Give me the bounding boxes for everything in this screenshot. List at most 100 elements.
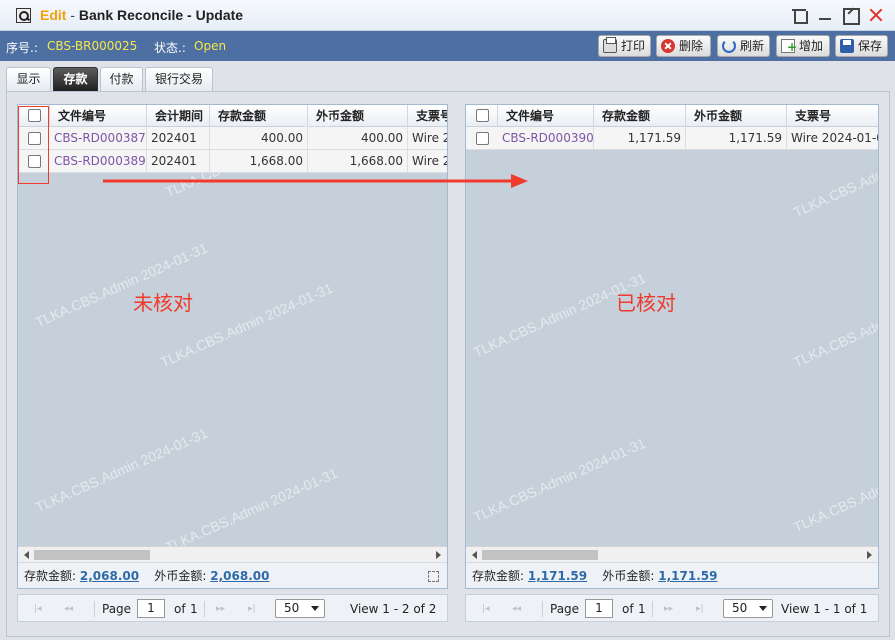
prev-page-icon[interactable]: ◂◂	[64, 604, 74, 614]
scroll-left-icon[interactable]	[472, 551, 477, 559]
fx-total-label: 外币金额:	[154, 569, 207, 583]
scrollbar-thumb[interactable]	[482, 550, 598, 560]
left-pager: |◂ ◂◂ Page 1 of 1 ▸▸ ▸| 50 View 1 - 2 of…	[17, 594, 448, 622]
prev-page-icon[interactable]: ◂◂	[512, 604, 522, 614]
total-pages: 1	[190, 602, 198, 616]
scroll-right-icon[interactable]	[867, 551, 872, 559]
column-header-doc-no[interactable]: 文件编号	[498, 105, 594, 127]
print-button[interactable]: 打印	[598, 35, 651, 57]
print-button-label: 打印	[621, 39, 646, 53]
delete-button[interactable]: 删除	[656, 35, 711, 57]
status-label: 状态.:	[154, 41, 186, 55]
grid-header: 文件编号 会计期间 存款金额 外币金额 支票号	[18, 105, 447, 127]
cheque-no-cell: Wire 2024-01-08	[787, 127, 878, 149]
first-page-icon[interactable]: |◂	[482, 604, 492, 614]
scrollbar-thumb[interactable]	[34, 550, 150, 560]
column-header-cheque-no[interactable]: 支票号	[787, 105, 878, 127]
deposit-total-label: 存款金额:	[24, 569, 77, 583]
deposit-amount-cell: 400.00	[210, 127, 308, 149]
horizontal-scrollbar[interactable]	[466, 546, 878, 562]
doc-no-link[interactable]: CBS-RD000389	[50, 150, 147, 172]
page-size-select[interactable]: 50	[275, 599, 325, 618]
pager-separator	[94, 601, 95, 617]
watermark: TLKA.CBS.Admin 2024-01-31	[32, 424, 210, 516]
of-label: of	[174, 602, 186, 616]
select-all-checkbox[interactable]	[476, 109, 489, 122]
horizontal-scrollbar[interactable]	[18, 546, 447, 562]
next-page-icon[interactable]: ▸▸	[216, 604, 226, 614]
fx-total-value[interactable]: 1,171.59	[658, 569, 717, 583]
annotation-arrow	[103, 174, 528, 188]
fx-total-value[interactable]: 2,068.00	[210, 569, 269, 583]
watermark: TLKA.CBS.Admin 2024-01-31	[790, 445, 879, 536]
tab-deposit[interactable]: 存款	[53, 67, 98, 91]
scroll-left-icon[interactable]	[24, 551, 29, 559]
pager-separator	[542, 601, 543, 617]
page-size-select[interactable]: 50	[723, 599, 773, 618]
trash-icon[interactable]	[790, 6, 808, 24]
close-icon[interactable]	[867, 6, 885, 24]
last-page-icon[interactable]: ▸|	[696, 604, 706, 614]
tab-display[interactable]: 显示	[6, 67, 51, 91]
tab-bank-transactions[interactable]: 银行交易	[145, 67, 213, 91]
delete-icon	[661, 39, 675, 53]
deposit-amount-cell: 1,171.59	[594, 127, 686, 149]
watermark: TLKA.CBS.Admin 2024-01-31	[790, 280, 879, 371]
view-range-text: View 1 - 1 of 1	[781, 602, 868, 616]
view-range-text: View 1 - 2 of 2	[350, 602, 437, 616]
column-header-period[interactable]: 会计期间	[147, 105, 210, 127]
deposit-total-value[interactable]: 2,068.00	[80, 569, 139, 583]
add-button[interactable]: 增加	[776, 35, 830, 57]
period-cell: 202401	[147, 150, 210, 172]
minimize-icon[interactable]	[816, 6, 834, 24]
watermark: TLKA.CBS.Admin 2024-01-31	[162, 464, 340, 556]
save-button[interactable]: 保存	[835, 35, 888, 57]
window-titlebar: Edit - Bank Reconcile - Update	[0, 0, 895, 31]
table-row[interactable]: CBS-RD000390 1,171.59 1,171.59 Wire 2024…	[466, 127, 878, 150]
deposit-amount-cell: 1,668.00	[210, 150, 308, 172]
last-page-icon[interactable]: ▸|	[248, 604, 258, 614]
tab-payment[interactable]: 付款	[100, 67, 143, 91]
expand-icon[interactable]	[428, 571, 439, 582]
page-label: Page	[550, 602, 580, 616]
page-number-input[interactable]: 1	[585, 599, 613, 618]
deposit-total-value[interactable]: 1,171.59	[528, 569, 587, 583]
select-all-column	[466, 105, 498, 127]
column-header-fx-amount[interactable]: 外币金额	[686, 105, 787, 127]
fx-amount-cell: 400.00	[308, 127, 408, 149]
delete-button-label: 删除	[679, 39, 704, 53]
refresh-icon	[722, 39, 736, 53]
refresh-button-label: 刷新	[740, 39, 765, 53]
printer-icon	[603, 37, 617, 53]
magnifier-icon	[16, 8, 31, 23]
column-header-deposit-amount[interactable]: 存款金额	[594, 105, 686, 127]
title-separator: -	[70, 7, 76, 23]
edit-mode-label: Edit	[40, 7, 67, 23]
table-row[interactable]: CBS-RD000389 202401 1,668.00 1,668.00 Wi…	[18, 150, 447, 173]
total-pages: 1	[638, 602, 646, 616]
pager-separator	[204, 601, 205, 617]
refresh-button[interactable]: 刷新	[717, 35, 770, 57]
window-title: Edit - Bank Reconcile - Update	[40, 7, 243, 23]
next-page-icon[interactable]: ▸▸	[664, 604, 674, 614]
grid-header: 文件编号 存款金额 外币金额 支票号	[466, 105, 878, 127]
grid-body: TLKA.CBS.Admin 2024-01-31 TLKA.CBS.Admin…	[18, 110, 447, 555]
annotation-checkbox-highlight	[18, 106, 49, 184]
right-pager: |◂ ◂◂ Page 1 of 1 ▸▸ ▸| 50 View 1 - 1 of…	[465, 594, 879, 622]
row-checkbox[interactable]	[476, 132, 489, 145]
doc-no-link[interactable]: CBS-RD000390	[498, 127, 594, 149]
page-number-input[interactable]: 1	[137, 599, 165, 618]
doc-no-link[interactable]: CBS-RD000387	[50, 127, 147, 149]
cheque-no-cell: Wire 2	[408, 150, 447, 172]
maximize-icon[interactable]	[841, 6, 860, 25]
grid-summary: 存款金额: 2,068.00 外币金额: 2,068.00	[18, 562, 447, 588]
column-header-deposit-amount[interactable]: 存款金额	[210, 105, 308, 127]
save-button-label: 保存	[858, 39, 883, 53]
page-label: Page	[102, 602, 132, 616]
column-header-cheque-no[interactable]: 支票号	[408, 105, 447, 127]
record-info-bar: 序号.: CBS-BR000025 状态.: Open 打印 删除 刷新 增加 …	[0, 31, 895, 61]
column-header-doc-no[interactable]: 文件编号	[50, 105, 147, 127]
scroll-right-icon[interactable]	[436, 551, 441, 559]
first-page-icon[interactable]: |◂	[34, 604, 44, 614]
table-row[interactable]: CBS-RD000387 202401 400.00 400.00 Wire 2	[18, 127, 447, 150]
